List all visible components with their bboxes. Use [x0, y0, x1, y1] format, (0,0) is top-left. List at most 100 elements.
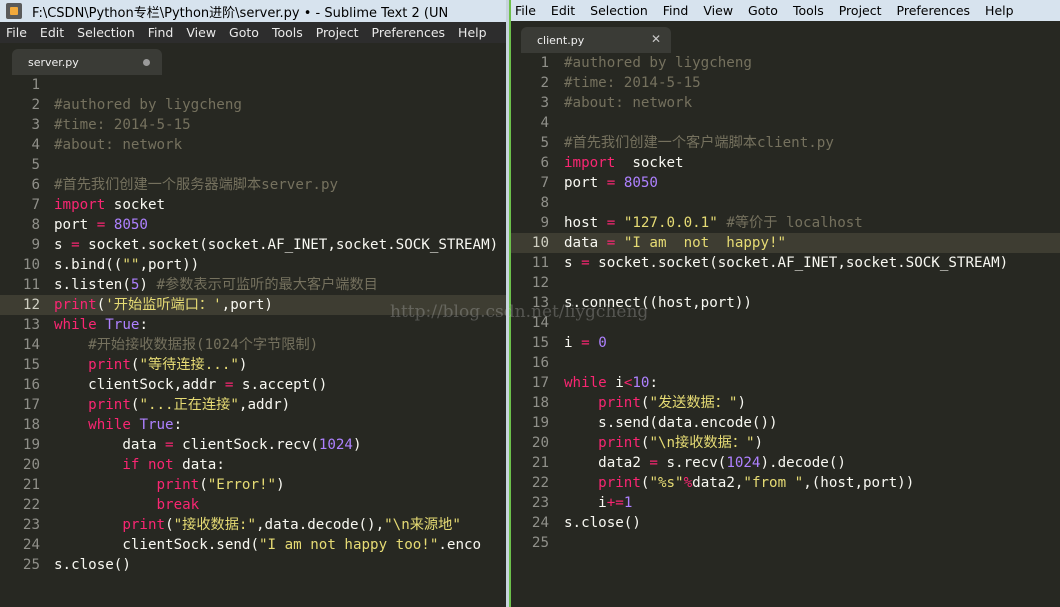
menu-edit[interactable]: Edit: [40, 25, 64, 40]
line-code: s.close(): [54, 555, 131, 575]
line-number: 20: [22, 457, 40, 473]
code-line[interactable]: 18 while True:: [0, 415, 506, 435]
menu-view[interactable]: View: [703, 3, 733, 18]
menu-project[interactable]: Project: [316, 25, 359, 40]
code-line[interactable]: 2 #time: 2014-5-15: [509, 73, 1060, 93]
code-line[interactable]: 8: [509, 193, 1060, 213]
code-line[interactable]: 5 #首先我们创建一个客户端脚本client.py: [509, 133, 1060, 153]
code-token: =: [606, 235, 616, 251]
code-token: data2: [564, 455, 650, 471]
code-line[interactable]: 19 s.send(data.encode()): [509, 413, 1060, 433]
code-token: "Error!": [207, 477, 277, 493]
code-line[interactable]: 22 break: [0, 495, 506, 515]
line-number: 6: [31, 177, 40, 193]
code-line[interactable]: 7 port = 8050: [509, 173, 1060, 193]
code-token: ,port): [221, 297, 273, 313]
code-token: print: [122, 517, 166, 533]
code-line[interactable]: 16 clientSock,addr = s.accept(): [0, 375, 506, 395]
line-code: import socket: [54, 195, 165, 215]
code-line[interactable]: 7 import socket: [0, 195, 506, 215]
menu-selection[interactable]: Selection: [77, 25, 135, 40]
code-line[interactable]: 14 #开始接收数据报(1024个字节限制): [0, 335, 506, 355]
code-line[interactable]: 9 host = "127.0.0.1" #等价于 localhost: [509, 213, 1060, 233]
code-line[interactable]: 3 #about: network: [509, 93, 1060, 113]
line-code: #首先我们创建一个客户端脚本client.py: [564, 133, 834, 153]
title-bar[interactable]: F:\CSDN\Python专栏\Python进阶\server.py • - …: [0, 0, 506, 22]
code-line[interactable]: 25: [509, 533, 1060, 553]
menu-file[interactable]: File: [6, 25, 27, 40]
line-number: 3: [31, 117, 40, 133]
menu-help[interactable]: Help: [458, 25, 487, 40]
code-line[interactable]: 24 s.close(): [509, 513, 1060, 533]
code-line[interactable]: 5: [0, 155, 506, 175]
code-line[interactable]: 11 s = socket.socket(socket.AF_INET,socke…: [509, 253, 1060, 273]
code-line[interactable]: 11 s.listen(5) #参数表示可监听的最大客户端数目: [0, 275, 506, 295]
code-line[interactable]: 15 i = 0: [509, 333, 1060, 353]
menu-preferences[interactable]: Preferences: [372, 25, 446, 40]
code-line[interactable]: 25 s.close(): [0, 555, 506, 575]
menu-project[interactable]: Project: [839, 3, 882, 18]
tab-bar: client.py ✕: [509, 21, 1060, 53]
code-line[interactable]: 10 data = "I am not happy!": [509, 233, 1060, 253]
code-line[interactable]: 22 print("%s"%data2,"from ",(host,port)): [509, 473, 1060, 493]
code-line[interactable]: 1 #authored by liygcheng: [509, 53, 1060, 73]
line-code: #authored by liygcheng: [564, 53, 752, 73]
code-token: 8050: [623, 175, 658, 191]
menu-tools[interactable]: Tools: [272, 25, 303, 40]
code-line[interactable]: 4: [509, 113, 1060, 133]
menu-goto[interactable]: Goto: [748, 3, 778, 18]
code-line[interactable]: 8 port = 8050: [0, 215, 506, 235]
unsaved-dot-icon[interactable]: [143, 59, 150, 66]
code-token: True: [139, 417, 174, 433]
code-editor[interactable]: 1 2 #authored by liygcheng 3 #time: 2014-5-1…: [0, 75, 506, 575]
code-line[interactable]: 20 print("\n接收数据："): [509, 433, 1060, 453]
code-line[interactable]: 6 #首先我们创建一个服务器端脚本server.py: [0, 175, 506, 195]
code-token: 8050: [113, 217, 148, 233]
code-line[interactable]: 2 #authored by liygcheng: [0, 95, 506, 115]
code-line[interactable]: 17 while i<10:: [509, 373, 1060, 393]
code-line[interactable]: 6 import socket: [509, 153, 1060, 173]
menu-find[interactable]: Find: [663, 3, 689, 18]
code-line[interactable]: 9s = socket.socket(socket.AF_INET,socket…: [0, 235, 506, 255]
menu-file[interactable]: File: [515, 3, 536, 18]
code-line[interactable]: 15 print("等待连接..."): [0, 355, 506, 375]
close-icon[interactable]: ✕: [651, 32, 661, 46]
code-line[interactable]: 20 if not data:: [0, 455, 506, 475]
menu-selection[interactable]: Selection: [590, 3, 648, 18]
code-line[interactable]: 4 #about: network: [0, 135, 506, 155]
code-line[interactable]: 10 s.bind(("",port)): [0, 255, 506, 275]
code-line[interactable]: 19 data = clientSock.recv(1024): [0, 435, 506, 455]
code-token: "发送数据：": [649, 395, 738, 411]
code-line[interactable]: 24 clientSock.send("I am not happy too!"…: [0, 535, 506, 555]
code-token: 1024: [318, 437, 353, 453]
menu-tools[interactable]: Tools: [793, 3, 824, 18]
code-token: s.close(): [564, 515, 641, 531]
code-token: "接收数据:": [173, 517, 256, 533]
code-token: "I am not happy too!": [259, 537, 439, 553]
menu-help[interactable]: Help: [985, 3, 1014, 18]
code-line[interactable]: 21 data2 = s.recv(1024).decode(): [509, 453, 1060, 473]
line-number: 18: [22, 417, 40, 433]
tab-server-py[interactable]: server.py: [12, 49, 162, 75]
code-token: s.accept(): [233, 377, 328, 393]
code-line[interactable]: 17 print("...正在连接",addr): [0, 395, 506, 415]
code-line[interactable]: 16: [509, 353, 1060, 373]
code-line[interactable]: 21 print("Error!"): [0, 475, 506, 495]
tab-client-py[interactable]: client.py ✕: [521, 27, 671, 53]
code-token: :: [139, 317, 148, 333]
code-token: while: [88, 417, 131, 433]
code-line[interactable]: 1: [0, 75, 506, 95]
code-line[interactable]: 12: [509, 273, 1060, 293]
menu-edit[interactable]: Edit: [551, 3, 575, 18]
menu-find[interactable]: Find: [148, 25, 174, 40]
menu-preferences[interactable]: Preferences: [897, 3, 971, 18]
code-line[interactable]: 18 print("发送数据："): [509, 393, 1060, 413]
code-token: #首先我们创建一个客户端脚本client.py: [564, 135, 834, 151]
code-line[interactable]: 3 #time: 2014-5-15: [0, 115, 506, 135]
menu-view[interactable]: View: [186, 25, 216, 40]
code-line[interactable]: 23 print("接收数据:",data.decode(),"\n来源地": [0, 515, 506, 535]
menu-goto[interactable]: Goto: [229, 25, 259, 40]
code-token: .enco: [438, 537, 482, 553]
code-line[interactable]: 23 i+=1: [509, 493, 1060, 513]
